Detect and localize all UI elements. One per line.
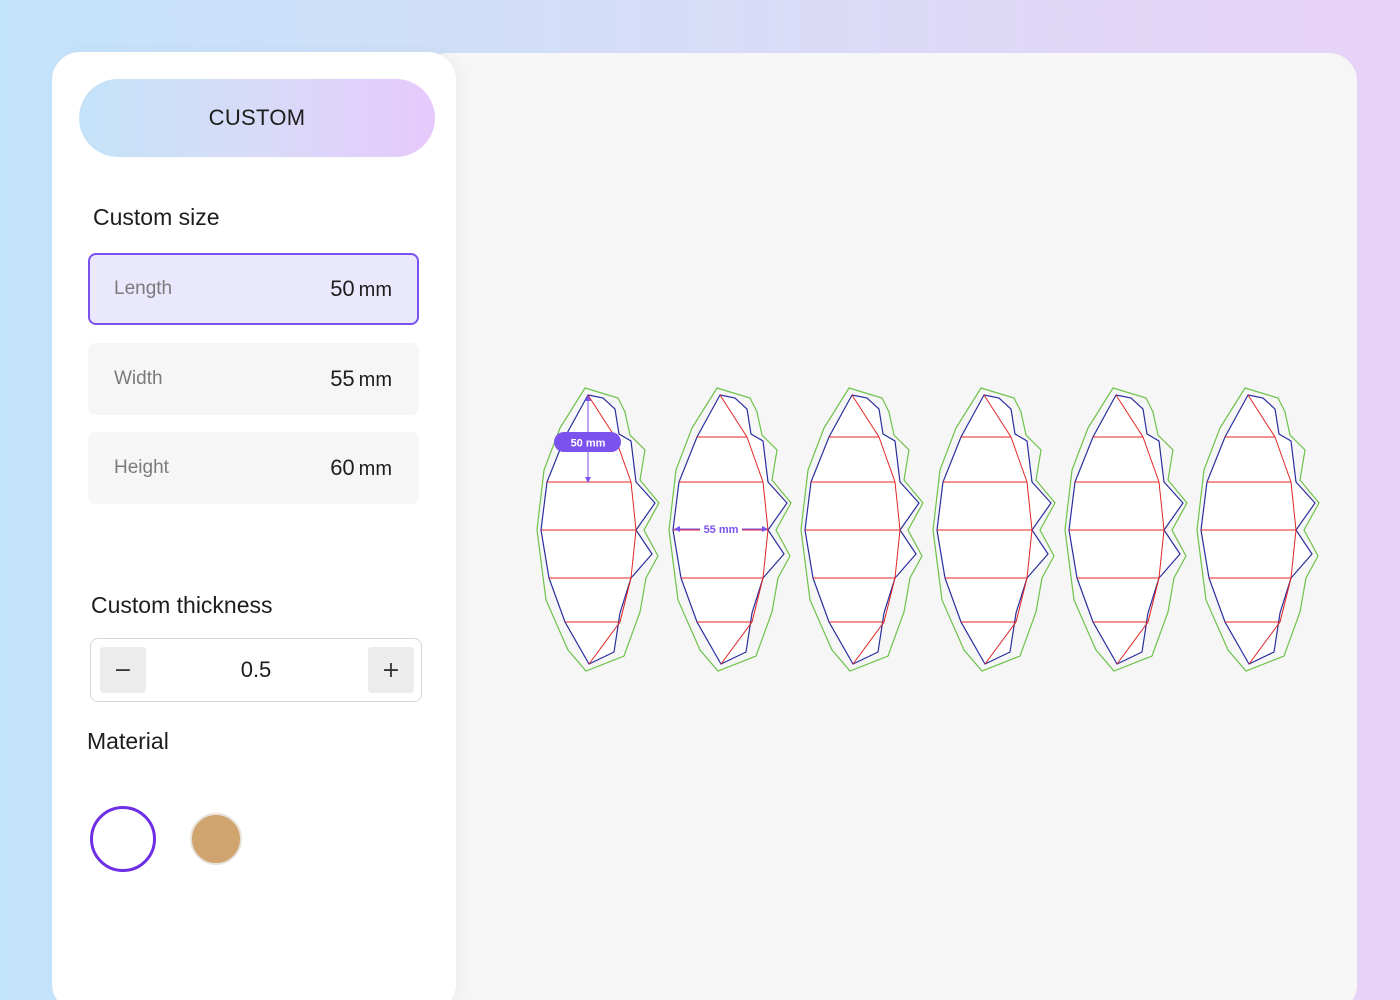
height-unit: mm [358,458,392,480]
length-value[interactable]: 50 mm [330,276,392,302]
length-field[interactable]: Length 50 mm [88,253,419,325]
material-title: Material [87,728,169,754]
height-value[interactable]: 60 mm [330,455,392,481]
width-value[interactable]: 55 mm [330,366,392,392]
height-label: Height [114,457,169,478]
material-swatch-white[interactable] [90,806,156,872]
increase-thickness-button[interactable]: + [368,647,414,693]
width-label: Width [114,368,163,389]
height-field[interactable]: Height 60 mm [88,432,419,504]
preview-canvas [420,53,1357,1000]
custom-mode-button[interactable]: CUSTOM [79,79,435,157]
thickness-stepper: − 0.5 + [90,638,422,702]
length-label: Length [114,278,173,299]
settings-panel: CUSTOM Custom size Length 50 mm Width 55 m… [52,52,456,1000]
material-swatch-kraft[interactable] [190,813,242,865]
custom-size-title: Custom size [93,204,220,230]
width-unit: mm [358,369,392,391]
width-field[interactable]: Width 55 mm [88,343,419,415]
custom-thickness-title: Custom thickness [91,592,273,618]
length-unit: mm [358,279,392,301]
